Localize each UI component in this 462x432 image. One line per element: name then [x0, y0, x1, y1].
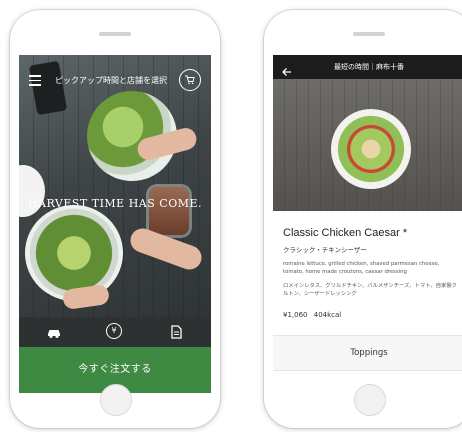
home-screen: ピックアップ時間と店舗を選択 HARVEST TIME HAS COME. ¥	[19, 55, 211, 393]
bottom-tab-bar: ¥	[19, 317, 211, 347]
menu-icon[interactable]	[29, 75, 41, 86]
dish-description-japanese: ロメインレタス、グリルドチキン、パルメザンチーズ、トマト、自家製クルトン、シーザ…	[283, 283, 457, 297]
phone-speaker	[99, 32, 131, 36]
hero-tagline: HARVEST TIME HAS COME.	[27, 197, 203, 210]
tab-delivery[interactable]	[45, 323, 63, 341]
pickup-time-store-selector[interactable]: ピックアップ時間と店舗を選択	[55, 75, 167, 86]
yen-icon: ¥	[106, 323, 122, 339]
phone-mockup-right: 最短の時間｜麻布十番 Classic Chicken Caesar * クラシッ…	[264, 10, 462, 428]
top-bar: ピックアップ時間と店舗を選択	[19, 69, 211, 95]
salad-bowl-photo	[331, 109, 411, 189]
dish-name-japanese: クラシック・チキンシーザー	[283, 246, 367, 254]
drink-glass-photo	[149, 187, 189, 235]
dish-calories: 404kcal	[313, 311, 342, 319]
dish-description-english: romaine lettuce, grilled chicken, shaved…	[283, 261, 440, 275]
detail-header: 最短の時間｜麻布十番	[273, 55, 462, 79]
product-detail-screen: 最短の時間｜麻布十番 Classic Chicken Caesar * クラシッ…	[273, 55, 462, 393]
dish-price: ¥1,060	[283, 311, 308, 319]
tab-payment[interactable]: ¥	[106, 323, 124, 341]
toppings-button[interactable]: Toppings	[273, 335, 462, 371]
phone-mockup-left: ピックアップ時間と店舗を選択 HARVEST TIME HAS COME. ¥	[10, 10, 220, 428]
header-title: 最短の時間｜麻布十番	[334, 63, 404, 71]
phone-speaker	[353, 32, 385, 36]
dish-name: Classic Chicken Caesar *	[283, 227, 408, 239]
salad-bowl-photo	[25, 205, 123, 301]
home-button	[100, 384, 132, 416]
cart-icon[interactable]	[179, 69, 201, 91]
price-row: ¥1,060 404kcal	[283, 311, 341, 319]
tab-history[interactable]	[167, 323, 185, 341]
document-icon	[171, 325, 182, 339]
dish-photo	[273, 79, 462, 211]
home-button	[354, 384, 386, 416]
car-icon	[48, 330, 60, 338]
